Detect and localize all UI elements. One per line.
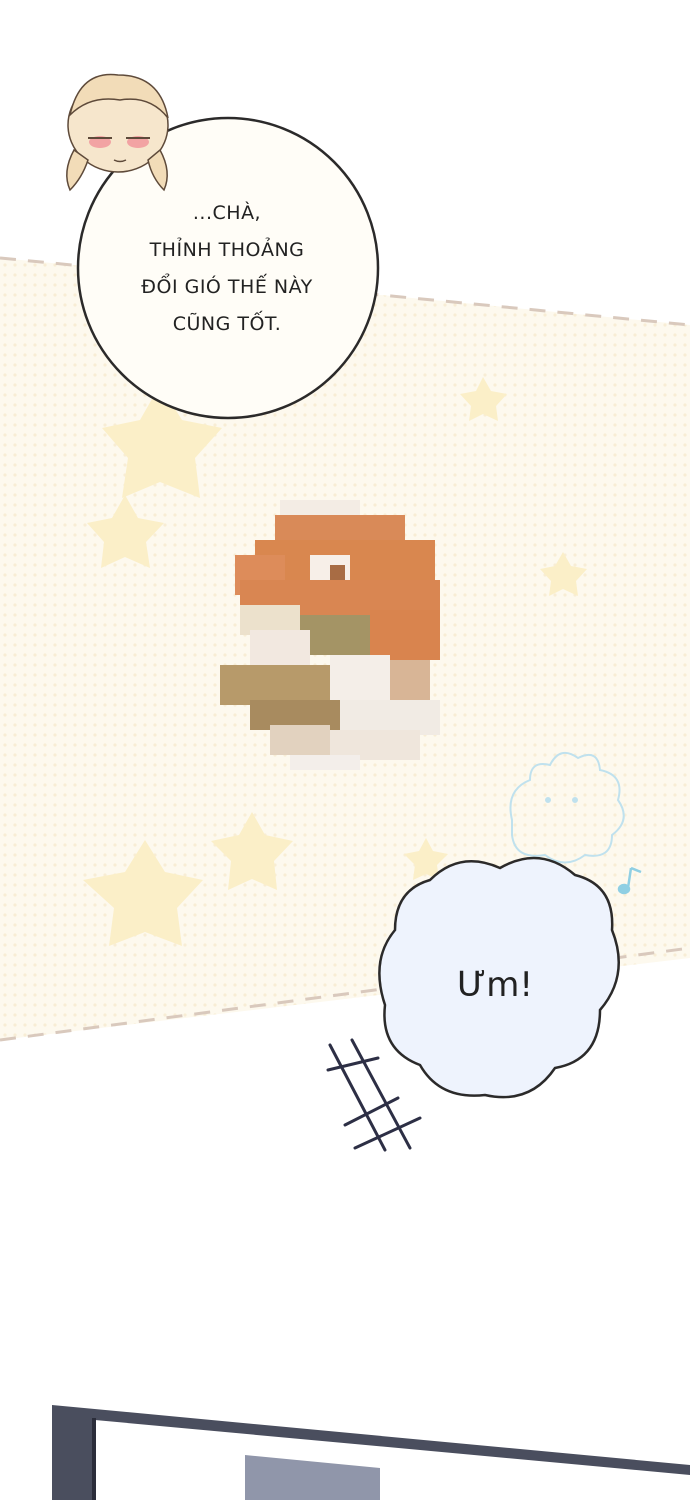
speech-bubble-1-text: ...CHÀ, THỈNH THOẢNG ĐỔI GIÓ THẾ NÀY CŨN…: [92, 195, 362, 343]
comic-panel: ...CHÀ, THỈNH THOẢNG ĐỔI GIÓ THẾ NÀY CŨN…: [0, 0, 690, 1500]
speech-line: THỈNH THOẢNG: [149, 239, 305, 261]
next-panel-edge: [52, 1405, 690, 1500]
speech-line: ĐỔI GIÓ THẾ NÀY: [141, 276, 313, 298]
speech-bubble-2-text: Ưm!: [457, 965, 533, 1005]
speech-line: ...CHÀ,: [192, 202, 262, 224]
speech-line: CŨNG TỐT.: [172, 313, 282, 335]
chibi-character: [66, 73, 169, 192]
